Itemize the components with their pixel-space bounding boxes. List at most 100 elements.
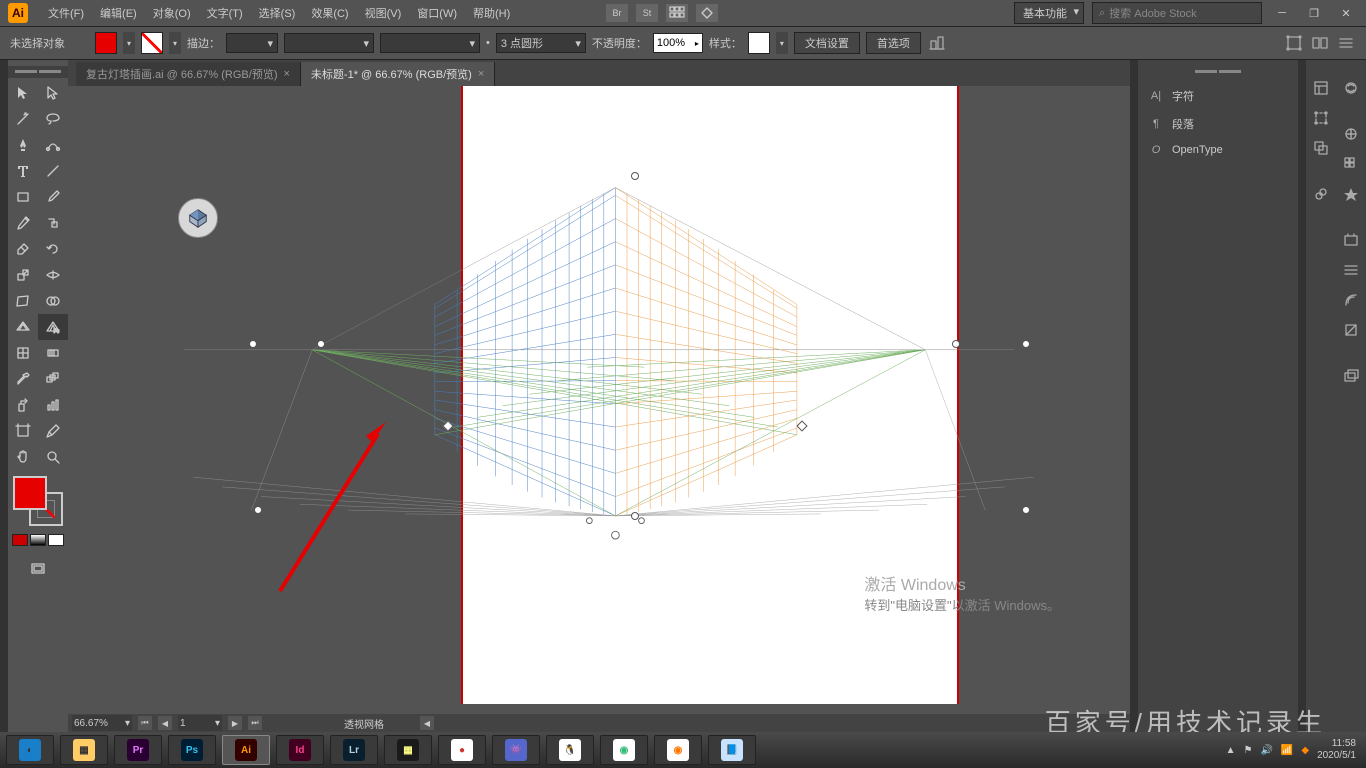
close-icon[interactable]: × (478, 68, 484, 80)
shape-builder-tool[interactable] (38, 288, 68, 314)
menu-select[interactable]: 选择(S) (251, 5, 304, 21)
eraser-tool[interactable] (8, 236, 38, 262)
stroke-panel-icon[interactable] (1341, 260, 1361, 280)
panel-paragraph[interactable]: ¶段落 (1138, 110, 1298, 138)
tray-sound-icon[interactable]: 🔊 (1260, 745, 1272, 756)
perspective-grid-tool[interactable] (8, 314, 38, 340)
tray-flag-icon[interactable]: ⚑ (1243, 745, 1252, 756)
menu-edit[interactable]: 编辑(E) (92, 5, 145, 21)
pen-tool[interactable] (8, 132, 38, 158)
stock-button[interactable]: St (636, 4, 658, 22)
prefs-button[interactable]: 首选项 (866, 32, 921, 54)
eyedropper-tool[interactable] (8, 366, 38, 392)
magic-wand-tool[interactable] (8, 106, 38, 132)
doc-tab-1[interactable]: 复古灯塔插画.ai @ 66.67% (RGB/预览)× (76, 62, 301, 86)
taskbar-indesign[interactable]: Id (276, 735, 324, 765)
shaper-tool[interactable] (38, 210, 68, 236)
pencil-tool[interactable] (8, 210, 38, 236)
stock-search[interactable]: ⌕搜索 Adobe Stock (1092, 2, 1262, 24)
stroke-swatch[interactable] (141, 32, 163, 54)
window-minimize[interactable]: ─ (1270, 5, 1294, 21)
artboard-tool[interactable] (8, 418, 38, 444)
canvas[interactable]: 激活 Windows 转到"电脑设置"以激活 Windows。 (68, 86, 1130, 714)
color-panel-icon[interactable] (1341, 124, 1361, 144)
width-tool[interactable] (38, 262, 68, 288)
close-icon[interactable]: × (283, 68, 289, 80)
vp-floor-right[interactable] (1022, 506, 1030, 514)
align-icon[interactable] (927, 33, 947, 53)
symbol-sprayer-tool[interactable] (8, 392, 38, 418)
blend-tool[interactable] (38, 366, 68, 392)
plane-switch-widget[interactable] (178, 198, 218, 238)
taskbar-photoshop[interactable]: Ps (168, 735, 216, 765)
panel-character[interactable]: A|字符 (1138, 82, 1298, 110)
prev-artboard[interactable]: ◀ (158, 716, 172, 730)
taskbar-app1[interactable]: ▦ (384, 735, 432, 765)
taskbar-browser[interactable]: ◐ (6, 735, 54, 765)
zoom-tool[interactable] (38, 444, 68, 470)
system-tray[interactable]: ▲ ⚑ 🔊 📶 ◆ 11:582020/5/1 (1226, 738, 1360, 762)
symbols-panel-icon[interactable] (1341, 230, 1361, 250)
line-tool[interactable] (38, 158, 68, 184)
none-mode[interactable] (48, 534, 64, 546)
menu-file[interactable]: 文件(F) (40, 5, 92, 21)
lasso-tool[interactable] (38, 106, 68, 132)
window-restore[interactable]: ❐ (1302, 5, 1326, 21)
curvature-tool[interactable] (38, 132, 68, 158)
screen-mode[interactable] (23, 556, 53, 582)
swatches-panel-icon[interactable] (1341, 154, 1361, 174)
vp-top-handle[interactable] (631, 172, 639, 180)
free-transform-tool[interactable] (8, 288, 38, 314)
mesh-tool[interactable] (8, 340, 38, 366)
transparency-panel-icon[interactable] (1341, 320, 1361, 340)
next-artboard[interactable]: ▶ (228, 716, 242, 730)
vp-floor-left[interactable] (254, 506, 262, 514)
vp-right[interactable] (952, 340, 960, 348)
tray-up-icon[interactable]: ▲ (1226, 745, 1236, 756)
taskbar-illustrator[interactable]: Ai (222, 735, 270, 765)
menu-view[interactable]: 视图(V) (357, 5, 410, 21)
column-graph-tool[interactable] (38, 392, 68, 418)
gpu-icon[interactable] (696, 4, 718, 22)
more-icon[interactable] (1336, 33, 1356, 53)
taskbar-lightroom[interactable]: Lr (330, 735, 378, 765)
taskbar-chrome[interactable]: ◉ (600, 735, 648, 765)
properties-panel-icon[interactable] (1311, 78, 1331, 98)
menu-effect[interactable]: 效果(C) (303, 5, 356, 21)
menu-object[interactable]: 对象(O) (145, 5, 199, 21)
selection-tool[interactable] (8, 80, 38, 106)
gradient-mode[interactable] (30, 534, 46, 546)
rectangle-tool[interactable] (8, 184, 38, 210)
pathfinder-panel-icon[interactable] (1311, 138, 1331, 158)
taskbar-firefox[interactable]: ◉ (654, 735, 702, 765)
window-close[interactable]: ✕ (1334, 5, 1358, 21)
direct-selection-tool[interactable] (38, 80, 68, 106)
artboard-num[interactable]: 1▾ (178, 715, 222, 731)
first-artboard[interactable]: ⏮ (138, 716, 152, 730)
vp-cell-left[interactable] (442, 420, 453, 431)
align-panel-icon[interactable] (1311, 108, 1331, 128)
vp-right-extent[interactable] (1022, 340, 1030, 348)
style-swatch[interactable] (748, 32, 770, 54)
workspace-switcher[interactable]: 基本功能 (1014, 2, 1084, 24)
stroke-dd[interactable]: ▾ (169, 32, 181, 54)
arrange-docs-icon[interactable] (666, 4, 688, 22)
paintbrush-tool[interactable] (38, 184, 68, 210)
last-artboard[interactable]: ⏭ (248, 716, 262, 730)
vp-origin[interactable] (631, 512, 639, 520)
perspective-selection-tool[interactable] (38, 314, 68, 340)
fill-swatch[interactable] (95, 32, 117, 54)
panel-drag-handle[interactable] (1138, 66, 1298, 78)
menu-window[interactable]: 窗口(W) (409, 5, 465, 21)
gradient-tool[interactable] (38, 340, 68, 366)
style-dd[interactable]: ▾ (776, 32, 788, 54)
taskbar-qq[interactable]: 🐧 (546, 735, 594, 765)
hand-tool[interactable] (8, 444, 38, 470)
vp-left[interactable] (317, 340, 325, 348)
brush-def[interactable]: ▾ (380, 33, 480, 53)
vp-left-extent[interactable] (249, 340, 257, 348)
bridge-button[interactable]: Br (606, 4, 628, 22)
hscroll-left[interactable]: ◀ (420, 716, 434, 730)
tray-net-icon[interactable]: 📶 (1281, 745, 1293, 756)
fill-dd[interactable]: ▾ (123, 32, 135, 54)
